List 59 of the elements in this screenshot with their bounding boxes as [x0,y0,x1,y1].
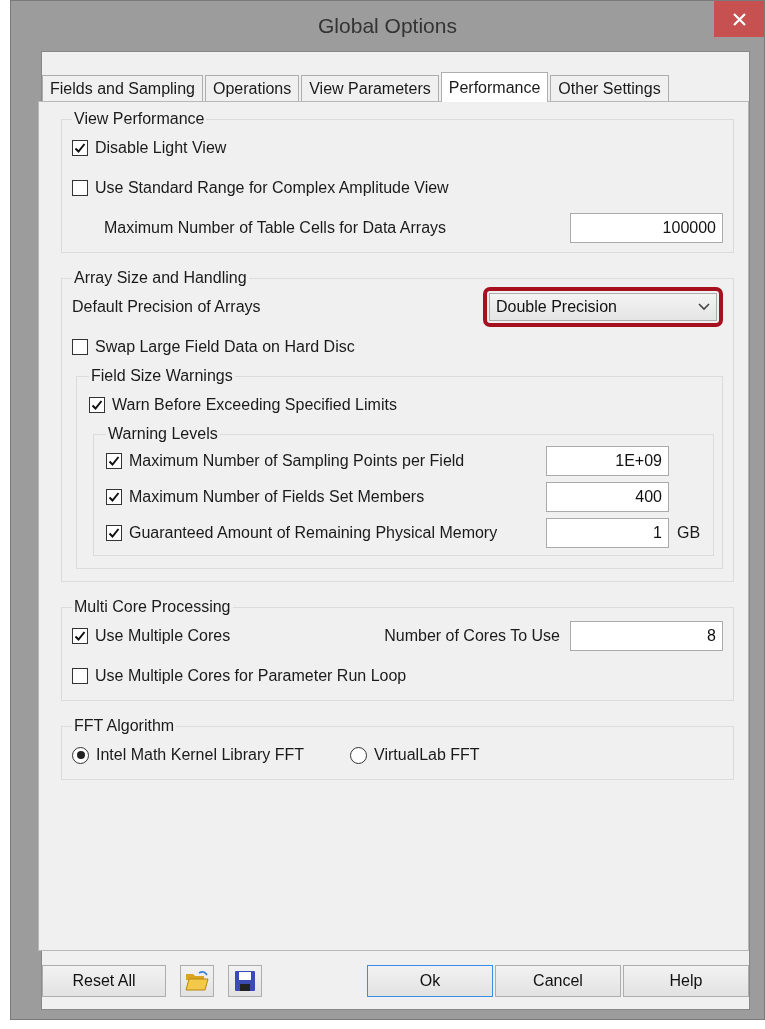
folder-icon [185,970,209,992]
tab[interactable]: Other Settings [550,75,669,101]
checkbox-label[interactable]: Guaranteed Amount of Remaining Physical Memory [129,524,498,542]
checkmark-icon [108,491,120,503]
checkbox[interactable] [72,180,88,196]
group-title: Array Size and Handling [73,269,248,287]
checkmark-icon [74,142,86,154]
close-icon [732,12,746,26]
tab[interactable]: Operations [204,75,300,101]
number-field[interactable]: 1E+09 [546,446,669,476]
group-title: FFT Algorithm [73,717,176,735]
help-button[interactable]: Help [623,965,749,997]
checkbox-label[interactable]: Use Multiple Cores for Parameter Run Loop [95,667,407,685]
checkbox[interactable] [89,397,105,413]
number-field[interactable]: 400 [546,482,669,512]
chevron-down-icon [698,303,710,311]
field-label: Number of Cores To Use [384,627,560,645]
checkbox-label[interactable]: Use Standard Range for Complex Amplitude View [95,179,449,197]
radio-button[interactable] [72,746,89,764]
group-title: View Performance [73,110,206,128]
save-button[interactable] [228,965,262,997]
checkmark-icon [108,455,120,467]
group-title: Warning Levels [107,425,219,443]
precision-dropdown[interactable]: Double Precision [489,293,717,321]
reset-button[interactable]: Reset All [42,965,166,997]
tab[interactable]: Fields and Sampling [42,75,203,101]
field-label: Maximum Number of Table Cells for Data Arrays [104,219,447,237]
tab[interactable]: View Parameters [301,75,439,101]
radio-label[interactable]: Intel Math Kernel Library FFT [96,746,305,764]
unit-label: GB [676,524,702,542]
checkmark-icon [74,630,86,642]
checkbox[interactable] [72,140,88,156]
checkbox-label[interactable]: Warn Before Exceeding Specified Limits [112,396,397,414]
checkbox[interactable] [72,339,88,355]
radio-label[interactable]: VirtualLab FFT [374,746,480,764]
checkbox[interactable] [106,525,122,541]
checkbox-label[interactable]: Disable Light View [95,139,227,157]
checkmark-icon [91,399,103,411]
number-field[interactable]: 1 [546,518,669,548]
window-title: Global Options [318,14,457,38]
group-title: Multi Core Processing [73,598,232,616]
checkbox[interactable] [72,628,88,644]
checkmark-icon [108,527,120,539]
number-field[interactable]: 8 [570,621,723,651]
checkbox[interactable] [106,489,122,505]
checkbox-label[interactable]: Swap Large Field Data on Hard Disc [95,338,355,356]
checkbox-label[interactable]: Maximum Number of Sampling Points per Field [129,452,465,470]
field-label: Default Precision of Arrays [72,298,261,316]
close-button[interactable] [714,1,764,37]
checkbox[interactable] [72,668,88,684]
tab[interactable]: Performance [440,72,549,102]
cancel-button[interactable]: Cancel [495,965,621,997]
number-field[interactable]: 100000 [570,213,723,243]
ok-button[interactable]: Ok [367,965,493,997]
checkbox-label[interactable]: Use Multiple Cores [95,627,231,645]
radio-button[interactable] [350,746,368,764]
checkbox[interactable] [106,453,122,469]
group-title: Field Size Warnings [90,367,234,385]
checkbox-label[interactable]: Maximum Number of Fields Set Members [129,488,425,506]
